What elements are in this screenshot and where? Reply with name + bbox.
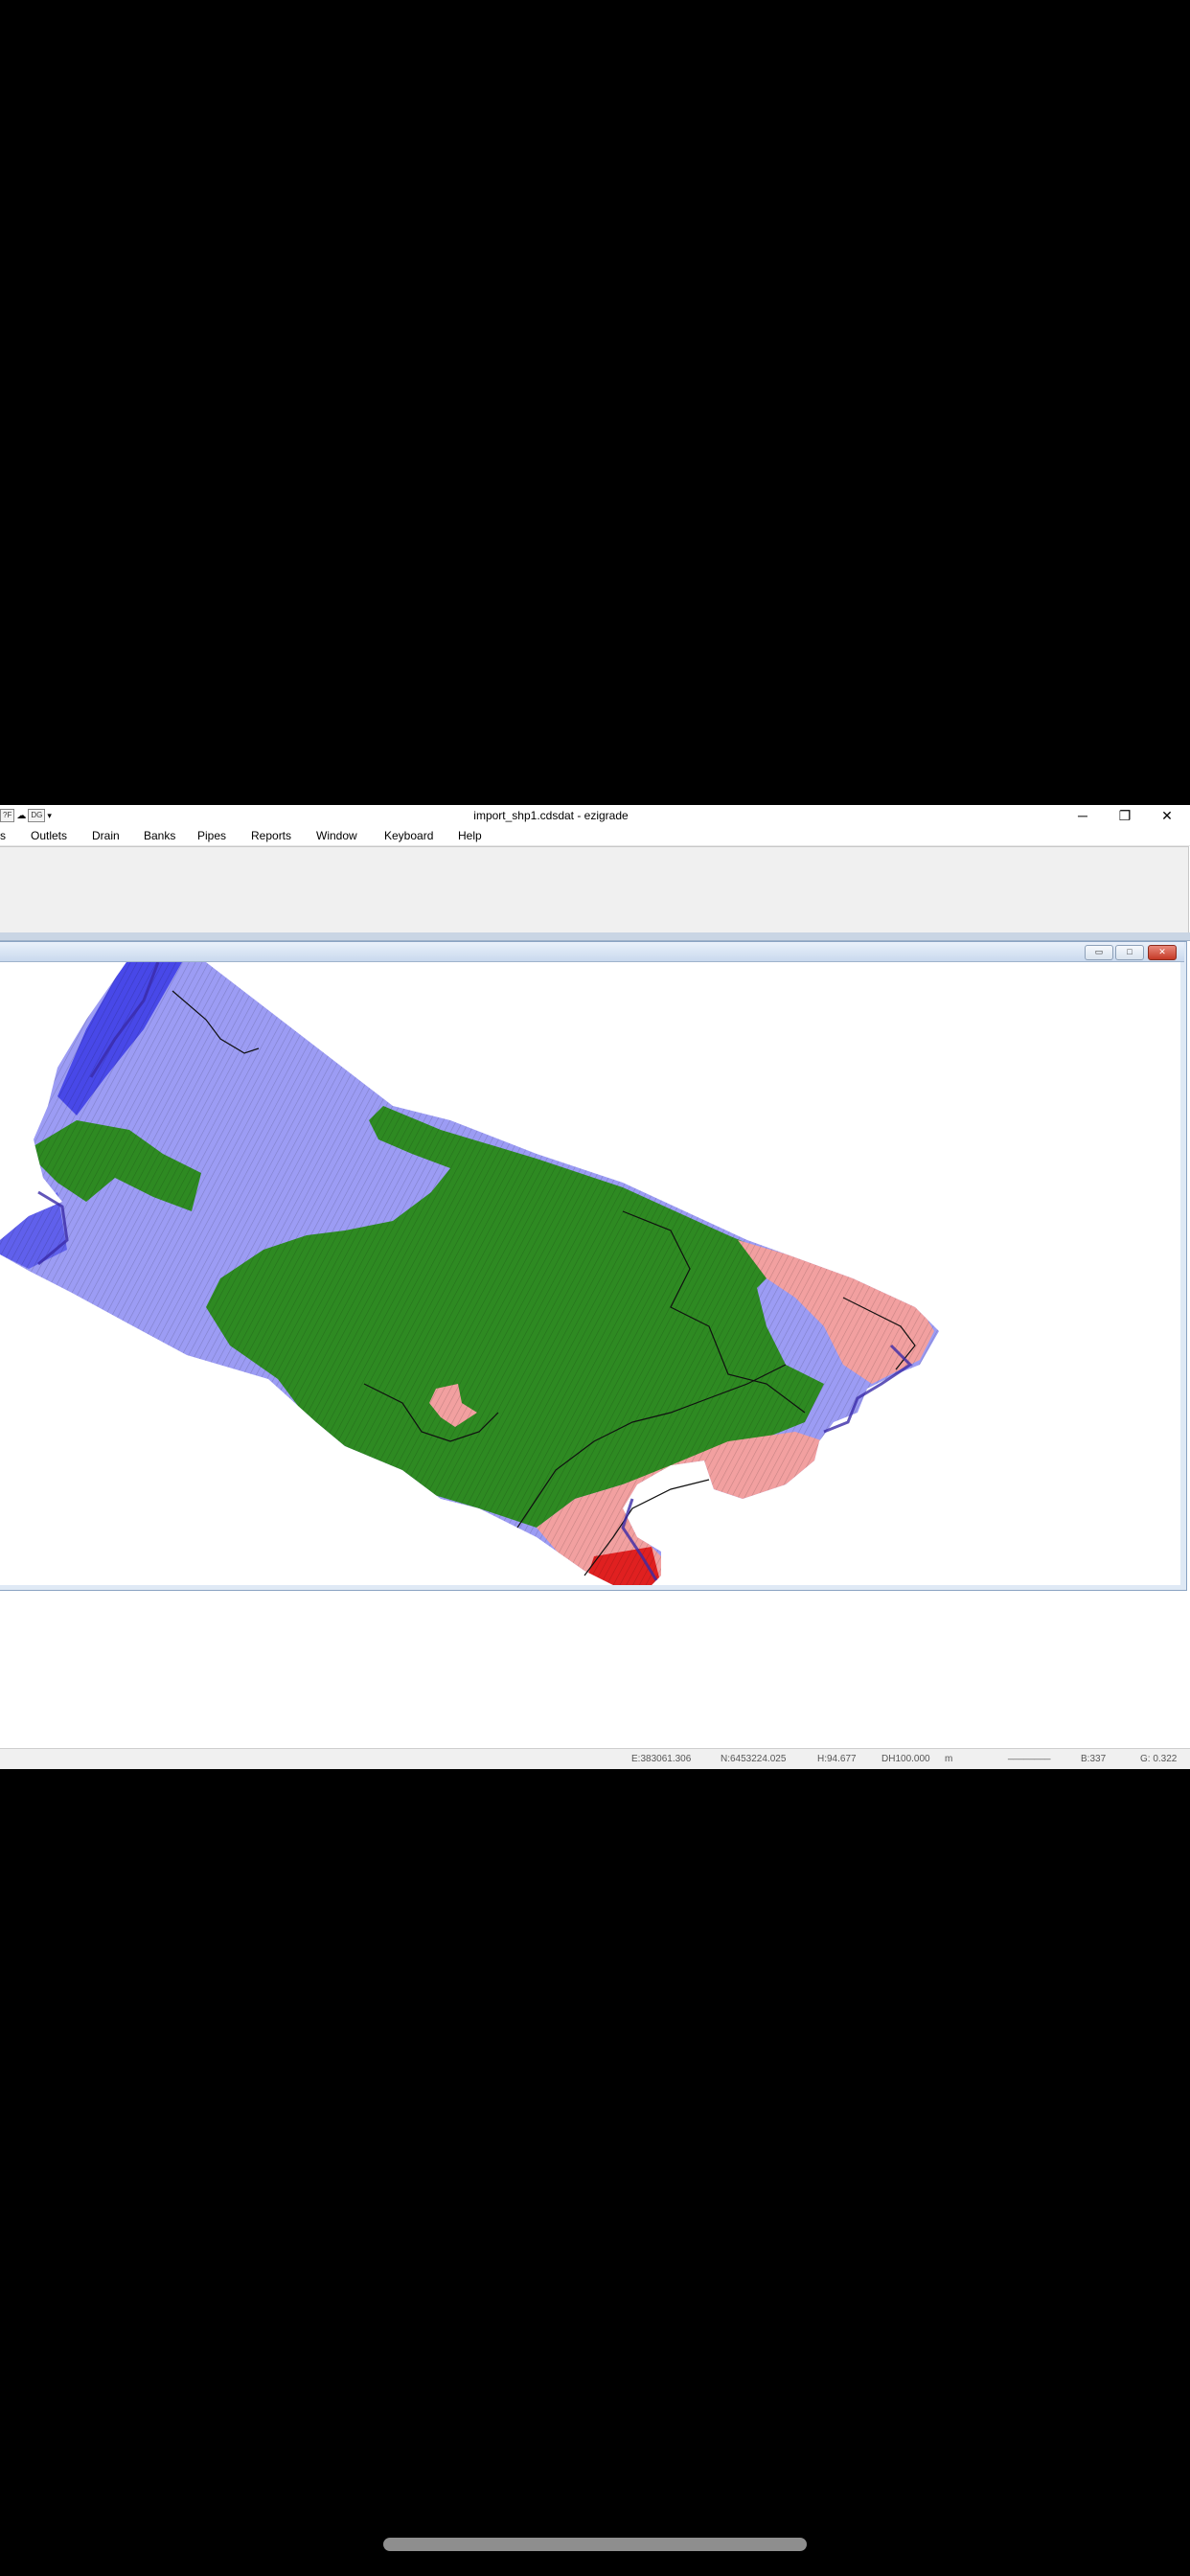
document-window: ▭ □ ✕ (0, 941, 1187, 1591)
restore-button[interactable]: ❐ (1104, 805, 1146, 826)
close-button[interactable]: ✕ (1146, 805, 1188, 826)
status-height: H:94.677 (817, 1754, 857, 1764)
window-title: import_shp1.cdsdat - ezigrade (473, 809, 629, 822)
status-easting: E:383061.306 (631, 1754, 692, 1764)
doc-close-button[interactable]: ✕ (1148, 945, 1177, 960)
menu-bar: s Outlets Drain Banks Pipes Reports Wind… (0, 826, 1190, 846)
toolbar-separator (0, 932, 1190, 941)
home-indicator[interactable] (383, 2538, 807, 2551)
title-bar: ?F ☁ DG ▾ import_shp1.cdsdat - ezigrade … (0, 805, 1190, 826)
minimize-button[interactable]: ─ (1062, 805, 1104, 826)
menu-item-drain[interactable]: Drain (92, 829, 120, 842)
menu-item-keyboard[interactable]: Keyboard (384, 829, 433, 842)
menu-item-outlets[interactable]: Outlets (31, 829, 67, 842)
document-caption[interactable]: ▭ □ ✕ (0, 942, 1184, 962)
menu-item-pipes[interactable]: Pipes (197, 829, 226, 842)
field-surface (0, 962, 939, 1585)
surface-texture (0, 962, 939, 1585)
status-delta-height: DH100.000 (881, 1754, 930, 1764)
status-northing: N:6453224.025 (721, 1754, 787, 1764)
app-window: ?F ☁ DG ▾ import_shp1.cdsdat - ezigrade … (0, 805, 1190, 1769)
menu-item-reports[interactable]: Reports (251, 829, 291, 842)
menu-item-window[interactable]: Window (316, 829, 357, 842)
status-line: ________ (1008, 1750, 1051, 1760)
doc-minimize-button[interactable]: ▭ (1085, 945, 1113, 960)
menu-item-help[interactable]: Help (458, 829, 482, 842)
status-g: G: 0.322 (1140, 1754, 1178, 1764)
status-bar: E:383061.306 N:6453224.025 H:94.677 DH10… (0, 1748, 1190, 1769)
elevation-map-view[interactable] (0, 962, 1180, 1585)
status-unit: m (945, 1754, 953, 1764)
status-b: B:337 (1081, 1754, 1107, 1764)
menu-item-banks[interactable]: Banks (144, 829, 175, 842)
menu-item-partial[interactable]: s (0, 829, 6, 842)
elevation-map-canvas[interactable] (0, 962, 1180, 1585)
doc-maximize-button[interactable]: □ (1115, 945, 1144, 960)
toolbar-area (0, 846, 1189, 934)
